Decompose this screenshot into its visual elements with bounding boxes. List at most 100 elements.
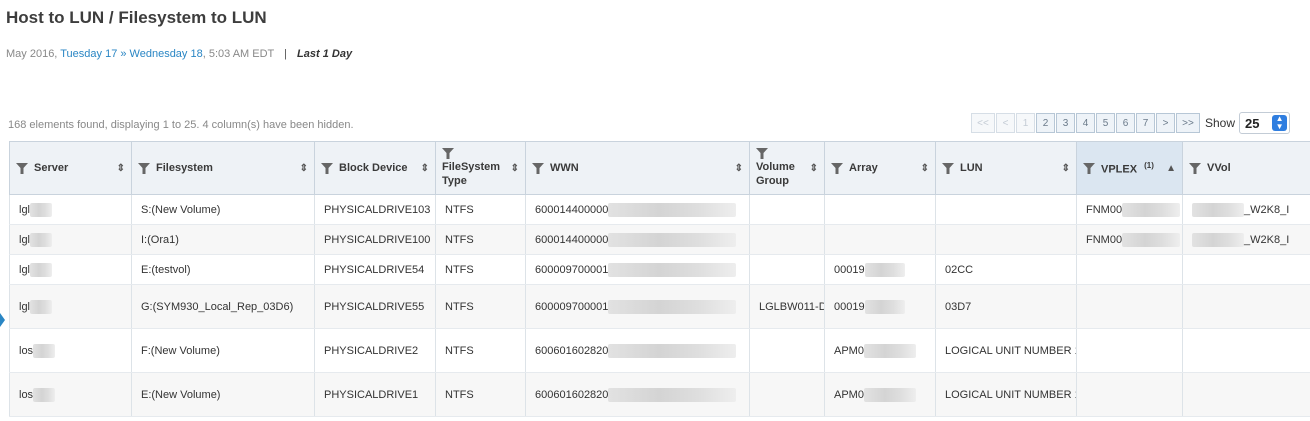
column-header-block-device[interactable]: Block Device ⇕ (314, 141, 436, 195)
sort-arrows-icon[interactable]: ⇕ (1062, 163, 1070, 174)
cell-array: APM0 (824, 372, 936, 417)
cell-array (824, 224, 936, 255)
date-range-line: May 2016, Tuesday 17 » Wednesday 18, 5:0… (6, 48, 352, 60)
funnel-icon[interactable] (16, 162, 28, 174)
cell-wwn: 600009700001 (525, 284, 750, 329)
separator: | (284, 48, 287, 60)
redacted-block (863, 343, 916, 358)
page-3-button[interactable]: 3 (1056, 113, 1075, 133)
funnel-icon[interactable] (442, 148, 454, 159)
cell-vvol (1182, 254, 1310, 285)
cell-volume-group: LGLBW011-Dg0 (749, 284, 825, 329)
cell-block-device: PHYSICALDRIVE55 (314, 284, 436, 329)
page-size-value: 25 (1245, 115, 1260, 131)
funnel-icon[interactable] (1189, 162, 1201, 174)
funnel-icon[interactable] (1083, 162, 1095, 174)
funnel-icon[interactable] (138, 162, 150, 174)
column-header-server[interactable]: Server ⇕ (9, 141, 132, 195)
cell-block-device: PHYSICALDRIVE100 (314, 224, 436, 255)
first-page-button[interactable]: << (971, 113, 995, 133)
page-5-button[interactable]: 5 (1096, 113, 1115, 133)
column-header-filesystem[interactable]: Filesystem ⇕ (131, 141, 315, 195)
cell-server: lgl (9, 194, 132, 225)
cell-vvol: _W2K8_I (1182, 194, 1310, 225)
redacted-block (30, 232, 53, 247)
funnel-icon[interactable] (831, 162, 843, 174)
page-2-button[interactable]: 2 (1036, 113, 1055, 133)
sort-arrows-icon[interactable]: ⇕ (735, 163, 743, 174)
cell-filesystem: E:(New Volume) (131, 372, 315, 417)
sort-arrows-icon[interactable]: ⇕ (921, 163, 929, 174)
page-4-button[interactable]: 4 (1076, 113, 1095, 133)
redacted-block (864, 262, 905, 277)
redacted-block (608, 202, 737, 217)
cell-vplex (1076, 328, 1183, 373)
cell-lun (935, 194, 1077, 225)
redacted-block (608, 299, 737, 314)
page-6-button[interactable]: 6 (1116, 113, 1135, 133)
sort-ascending-icon[interactable]: ▲ (1166, 163, 1176, 174)
cell-array: 00019 (824, 284, 936, 329)
table-row[interactable]: los E:(New Volume) PHYSICALDRIVE1 NTFS 6… (9, 372, 1310, 417)
page-7-button[interactable]: 7 (1136, 113, 1155, 133)
cell-server: lgl (9, 284, 132, 329)
cell-vvol (1182, 284, 1310, 329)
cell-wwn: 600009700001 (525, 254, 750, 285)
cell-lun: LOGICAL UNIT NUMBER 179 (935, 328, 1077, 373)
cell-lun (935, 224, 1077, 255)
cell-fs-type: NTFS (435, 372, 526, 417)
pagination: << < 1 2 3 4 5 6 7 > >> Show 25 ▲ ▼ (971, 112, 1291, 134)
redacted-block (33, 387, 56, 402)
cell-volume-group (749, 194, 825, 225)
table-row[interactable]: lgl E:(testvol) PHYSICALDRIVE54 NTFS 600… (9, 254, 1310, 285)
sort-arrows-icon[interactable]: ⇕ (300, 163, 308, 174)
redacted-block (33, 343, 56, 358)
row-pointer-icon (0, 313, 5, 327)
table-row[interactable]: lgl I:(Ora1) PHYSICALDRIVE100 NTFS 60001… (9, 224, 1310, 255)
cell-array: APM0 (824, 328, 936, 373)
last-page-button[interactable]: >> (1176, 113, 1200, 133)
funnel-icon[interactable] (756, 148, 768, 159)
next-page-button[interactable]: > (1156, 113, 1175, 133)
column-header-vvol[interactable]: VVol (1182, 141, 1310, 195)
table-row[interactable]: lgl S:(New Volume) PHYSICALDRIVE103 NTFS… (9, 194, 1310, 225)
redacted-block (864, 299, 905, 314)
cell-fs-type: NTFS (435, 194, 526, 225)
cell-vvol (1182, 372, 1310, 417)
redacted-block (30, 262, 53, 277)
prev-page-button[interactable]: < (996, 113, 1015, 133)
cell-volume-group (749, 254, 825, 285)
redacted-block (1192, 202, 1244, 217)
sort-arrows-icon[interactable]: ⇕ (810, 163, 818, 174)
page-1-button[interactable]: 1 (1016, 113, 1035, 133)
column-header-volume-group[interactable]: Volume Group ⇕ (749, 141, 825, 195)
results-summary: 168 elements found, displaying 1 to 25. … (8, 119, 354, 131)
cell-wwn: 600601602820 (525, 372, 750, 417)
cell-filesystem: S:(New Volume) (131, 194, 315, 225)
funnel-icon[interactable] (532, 162, 544, 174)
cell-volume-group (749, 372, 825, 417)
redacted-block (30, 202, 53, 217)
funnel-icon[interactable] (942, 162, 954, 174)
column-header-array[interactable]: Array ⇕ (824, 141, 936, 195)
sort-arrows-icon[interactable]: ⇕ (511, 163, 519, 174)
sort-arrows-icon[interactable]: ⇕ (117, 163, 125, 174)
time-range-label[interactable]: Last 1 Day (297, 48, 352, 60)
date-range-link[interactable]: Tuesday 17 » Wednesday 18 (60, 48, 202, 60)
sort-arrows-icon[interactable]: ⇕ (421, 163, 429, 174)
column-header-filesystem-type[interactable]: FileSystem Type ⇕ (435, 141, 526, 195)
redacted-block (1122, 202, 1181, 217)
table-row[interactable]: los F:(New Volume) PHYSICALDRIVE2 NTFS 6… (9, 328, 1310, 373)
funnel-icon[interactable] (321, 162, 333, 174)
sort-order-badge: (1) (1144, 161, 1154, 171)
table-row[interactable]: lgl G:(SYM930_Local_Rep_03D6) PHYSICALDR… (9, 284, 1310, 329)
column-header-lun[interactable]: LUN ⇕ (935, 141, 1077, 195)
cell-vvol (1182, 328, 1310, 373)
cell-vvol: _W2K8_I (1182, 224, 1310, 255)
cell-server: los (9, 328, 132, 373)
page-size-select[interactable]: 25 ▲ ▼ (1239, 112, 1291, 134)
column-header-wwn[interactable]: WWN ⇕ (525, 141, 750, 195)
redacted-block (1122, 232, 1181, 247)
column-header-vplex[interactable]: VPLEX (1) ▲ (1076, 141, 1183, 195)
cell-lun: 03D7 (935, 284, 1077, 329)
